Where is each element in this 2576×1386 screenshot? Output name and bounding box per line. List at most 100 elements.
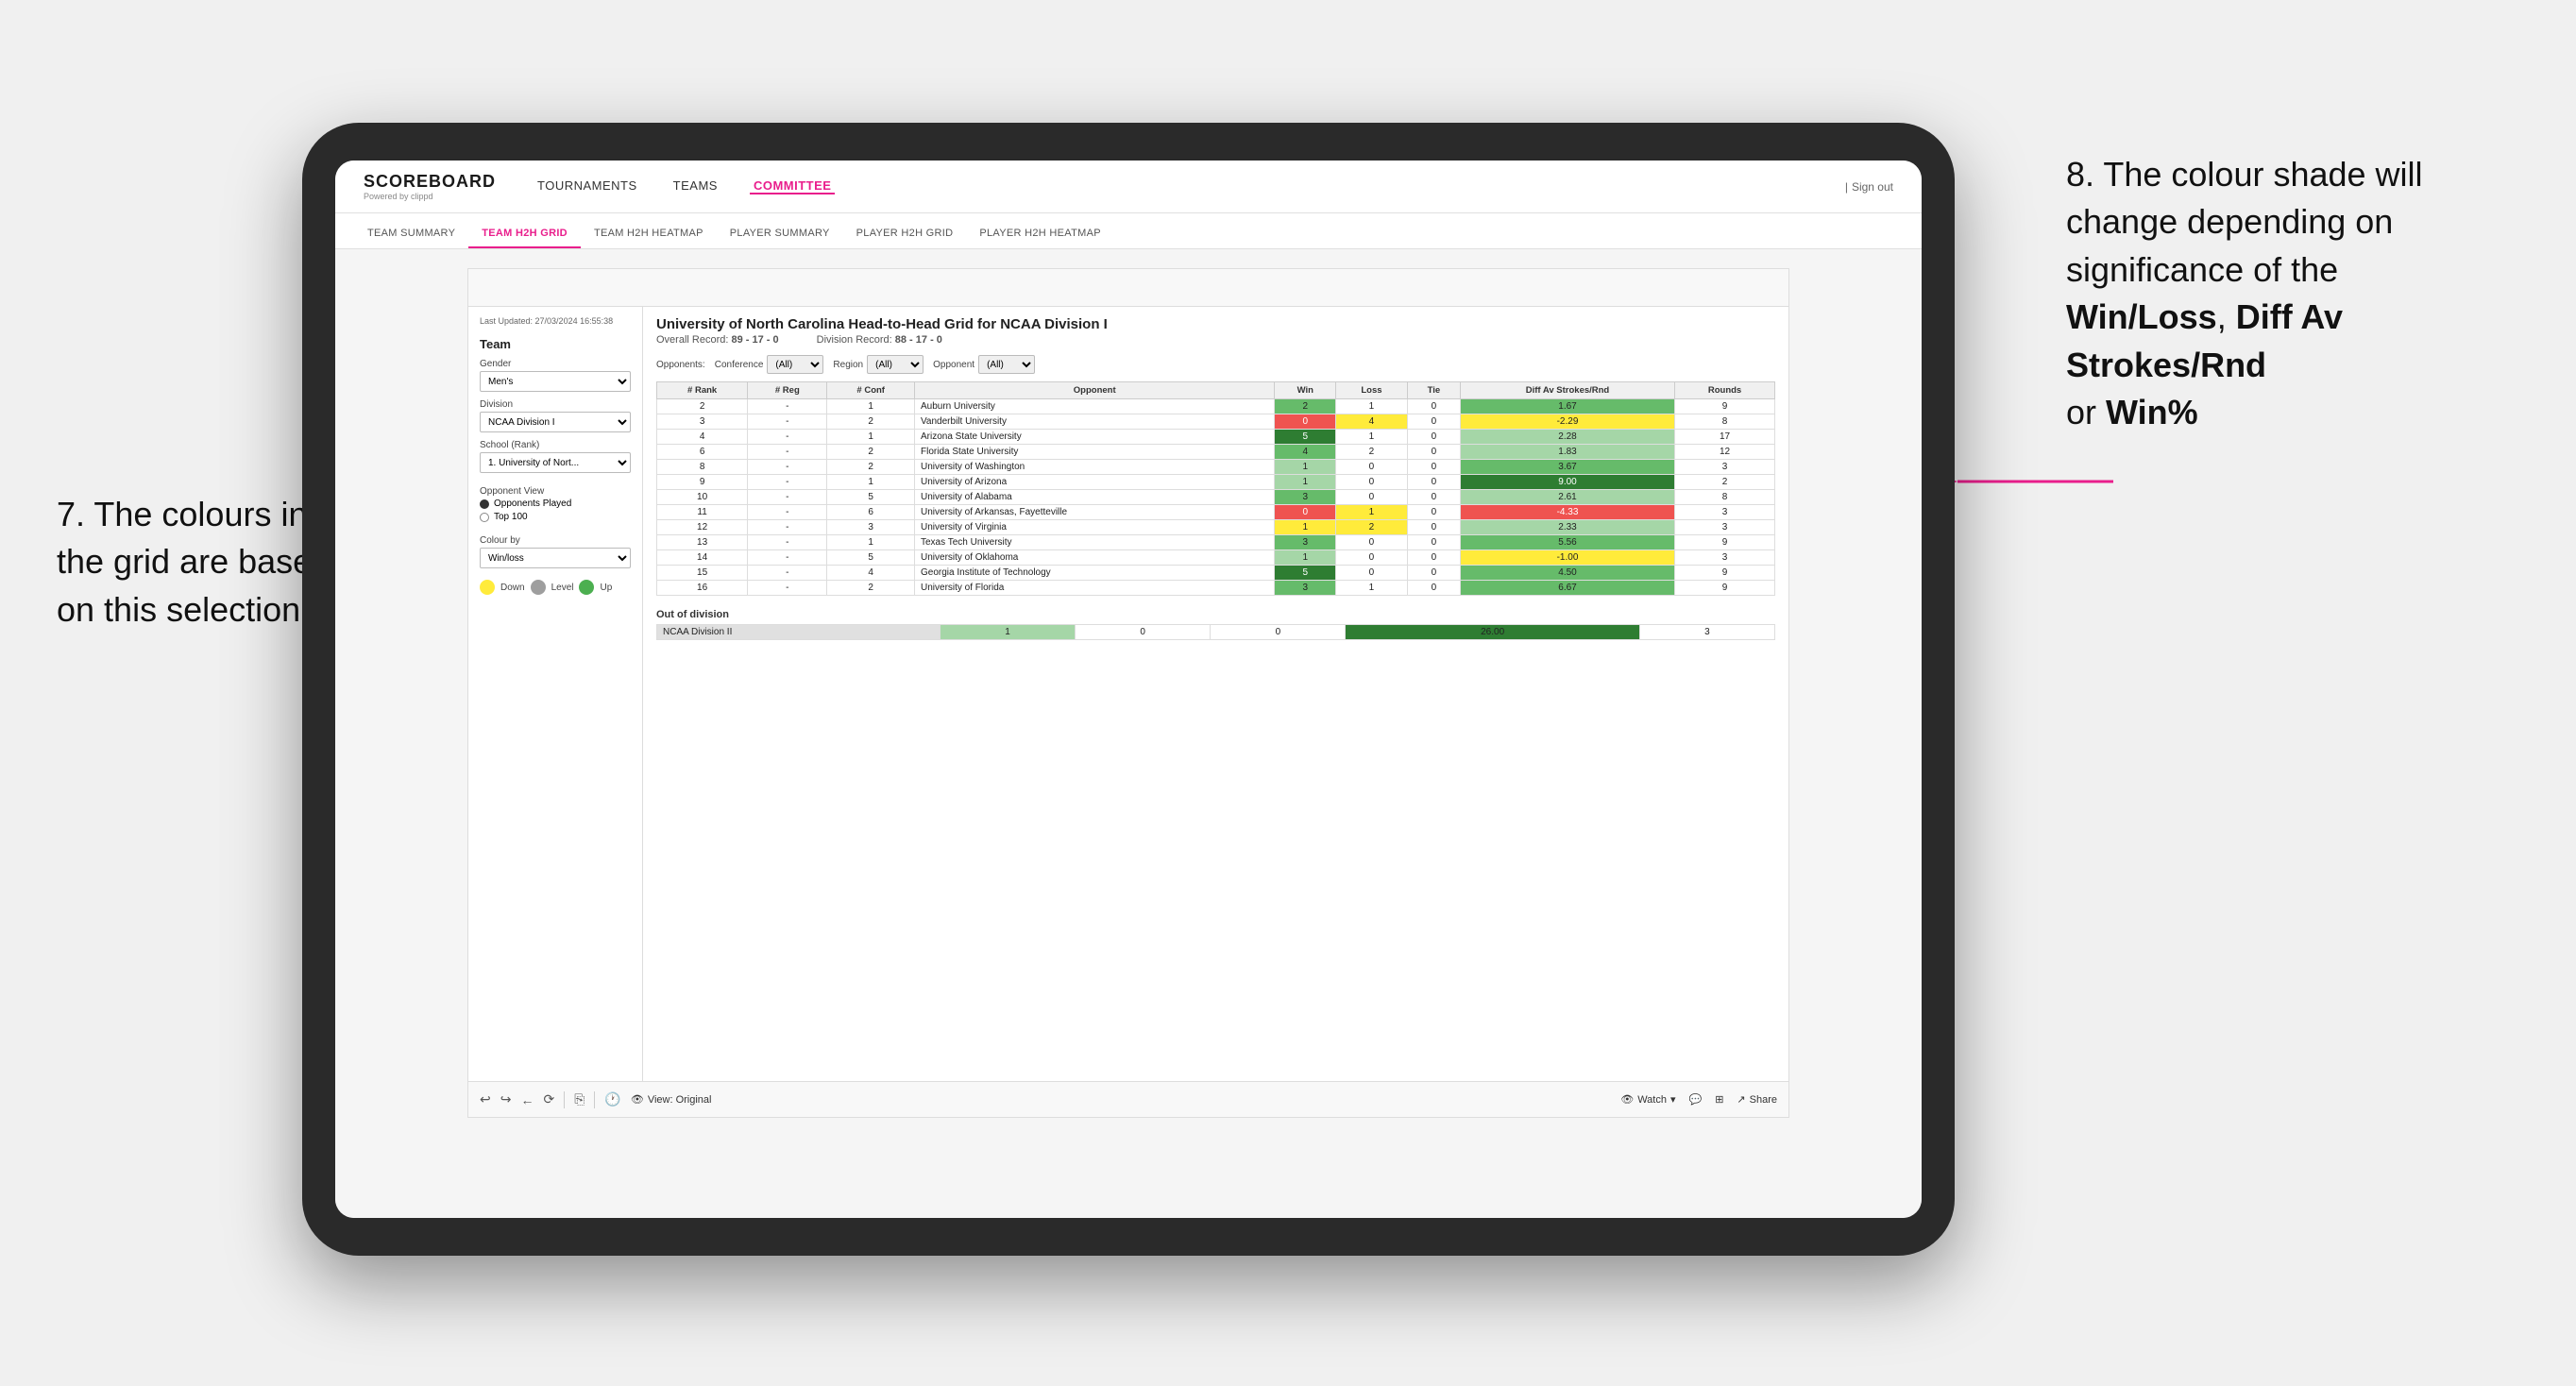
cell-win: 1 bbox=[1275, 550, 1336, 566]
back-icon[interactable]: ← bbox=[520, 1092, 534, 1107]
watch-btn[interactable]: 👁 Watch ▾ bbox=[1620, 1093, 1675, 1106]
cell-diff: 9.00 bbox=[1460, 475, 1674, 490]
cell-reg: - bbox=[748, 460, 827, 475]
conference-select[interactable]: (All) bbox=[767, 355, 823, 374]
cell-rank: 2 bbox=[657, 399, 748, 414]
filter-conference: Conference (All) bbox=[715, 355, 824, 374]
left-panel: Last Updated: 27/03/2024 16:55:38 Team G… bbox=[468, 307, 643, 1081]
sign-out-label[interactable]: Sign out bbox=[1852, 180, 1893, 194]
legend-row: Down Level Up bbox=[480, 580, 631, 595]
radio-dot-played bbox=[480, 499, 489, 509]
gender-select[interactable]: Men's bbox=[480, 371, 631, 392]
col-opponent: Opponent bbox=[915, 382, 1275, 399]
comment-btn[interactable]: 💬 bbox=[1689, 1093, 1703, 1106]
conference-label: Conference bbox=[715, 360, 764, 370]
annotation-sep1: , bbox=[2217, 297, 2236, 336]
subnav-player-h2h-heatmap[interactable]: PLAYER H2H HEATMAP bbox=[966, 220, 1113, 248]
col-reg: # Reg bbox=[748, 382, 827, 399]
team-section-title: Team bbox=[480, 337, 631, 351]
cell-reg: - bbox=[748, 414, 827, 430]
nav-teams[interactable]: TEAMS bbox=[669, 178, 721, 194]
cell-rounds: 9 bbox=[1675, 535, 1775, 550]
cell-opponent: Texas Tech University bbox=[915, 535, 1275, 550]
filter-opponent: Opponent (All) bbox=[933, 355, 1035, 374]
col-loss: Loss bbox=[1336, 382, 1408, 399]
redo-icon[interactable]: ↪ bbox=[500, 1091, 512, 1107]
cell-tie: 0 bbox=[1407, 460, 1460, 475]
legend-label-down: Down bbox=[500, 583, 525, 593]
cell-rounds: 9 bbox=[1675, 566, 1775, 581]
cell-rounds: 3 bbox=[1675, 520, 1775, 535]
filter-region: Region (All) bbox=[833, 355, 924, 374]
table-row: 16 - 2 University of Florida 3 1 0 6.67 … bbox=[657, 581, 1775, 596]
cell-win: 1 bbox=[1275, 460, 1336, 475]
cell-reg: - bbox=[748, 430, 827, 445]
grid-btn[interactable]: ⊞ bbox=[1715, 1093, 1723, 1106]
cell-reg: - bbox=[748, 399, 827, 414]
radio-dot-top100 bbox=[480, 513, 489, 522]
ood-loss: 0 bbox=[1076, 625, 1211, 640]
ood-tie: 0 bbox=[1211, 625, 1346, 640]
cell-tie: 0 bbox=[1407, 399, 1460, 414]
annotation-left-text: 7. The colours in the grid are based on … bbox=[57, 495, 330, 629]
nav-committee[interactable]: COMMITTEE bbox=[750, 178, 836, 194]
subnav-team-h2h-grid[interactable]: TEAM H2H GRID bbox=[468, 220, 581, 248]
clock-icon[interactable]: 🕐 bbox=[604, 1091, 620, 1107]
cell-opponent: Auburn University bbox=[915, 399, 1275, 414]
col-diff: Diff Av Strokes/Rnd bbox=[1460, 382, 1674, 399]
cell-conf: 2 bbox=[827, 414, 915, 430]
table-header-row: # Rank # Reg # Conf Opponent Win Loss Ti… bbox=[657, 382, 1775, 399]
undo-icon[interactable]: ↩ bbox=[480, 1091, 491, 1107]
cell-conf: 5 bbox=[827, 550, 915, 566]
nav-items: TOURNAMENTS TEAMS COMMITTEE bbox=[534, 178, 1845, 194]
subnav-player-h2h-grid[interactable]: PLAYER H2H GRID bbox=[843, 220, 967, 248]
table-row: 3 - 2 Vanderbilt University 0 4 0 -2.29 … bbox=[657, 414, 1775, 430]
share-btn[interactable]: ↗ Share bbox=[1737, 1093, 1777, 1106]
out-of-division-row: NCAA Division II 1 0 0 26.00 3 bbox=[657, 625, 1775, 640]
nav-tournaments[interactable]: TOURNAMENTS bbox=[534, 178, 641, 194]
legend-dot-down bbox=[480, 580, 495, 595]
radio-opponents-played[interactable]: Opponents Played bbox=[480, 499, 631, 509]
legend-dot-up bbox=[579, 580, 594, 595]
cell-rank: 10 bbox=[657, 490, 748, 505]
radio-top100[interactable]: Top 100 bbox=[480, 512, 631, 522]
ood-opponent: NCAA Division II bbox=[657, 625, 941, 640]
cell-conf: 1 bbox=[827, 430, 915, 445]
subnav-team-summary[interactable]: TEAM SUMMARY bbox=[354, 220, 468, 248]
subnav-team-h2h-heatmap[interactable]: TEAM H2H HEATMAP bbox=[581, 220, 717, 248]
cell-diff: 6.67 bbox=[1460, 581, 1674, 596]
cell-rounds: 3 bbox=[1675, 550, 1775, 566]
colour-section: Colour by Win/loss bbox=[480, 535, 631, 568]
region-select[interactable]: (All) bbox=[867, 355, 924, 374]
copy-icon[interactable]: ⎘ bbox=[574, 1091, 585, 1107]
cell-reg: - bbox=[748, 505, 827, 520]
school-select[interactable]: 1. University of Nort... bbox=[480, 452, 631, 473]
col-rank: # Rank bbox=[657, 382, 748, 399]
out-of-division-grid: NCAA Division II 1 0 0 26.00 3 bbox=[656, 624, 1775, 640]
cell-conf: 1 bbox=[827, 399, 915, 414]
cell-diff: -1.00 bbox=[1460, 550, 1674, 566]
cell-loss: 0 bbox=[1336, 460, 1408, 475]
cell-rank: 11 bbox=[657, 505, 748, 520]
sign-out[interactable]: | Sign out bbox=[1845, 180, 1893, 194]
overall-record-value: 89 - 17 - 0 bbox=[731, 334, 778, 346]
refresh-icon[interactable]: ⟳ bbox=[543, 1091, 554, 1107]
main-content: Last Updated: 27/03/2024 16:55:38 Team G… bbox=[335, 249, 1922, 1218]
cell-rounds: 8 bbox=[1675, 414, 1775, 430]
cell-conf: 5 bbox=[827, 490, 915, 505]
report-toolbar: ↩ ↪ ← ⟳ ⎘ 🕐 👁 View: Original 👁 bbox=[468, 1081, 1788, 1117]
col-win: Win bbox=[1275, 382, 1336, 399]
table-row: 12 - 3 University of Virginia 1 2 0 2.33… bbox=[657, 520, 1775, 535]
cell-diff: 5.56 bbox=[1460, 535, 1674, 550]
logo-area: SCOREBOARD Powered by clippd bbox=[364, 172, 496, 201]
sign-out-separator: | bbox=[1845, 180, 1848, 194]
colour-by-select[interactable]: Win/loss bbox=[480, 548, 631, 568]
opponent-select[interactable]: (All) bbox=[978, 355, 1035, 374]
division-select[interactable]: NCAA Division I bbox=[480, 412, 631, 432]
col-conf: # Conf bbox=[827, 382, 915, 399]
table-row: 15 - 4 Georgia Institute of Technology 5… bbox=[657, 566, 1775, 581]
cell-reg: - bbox=[748, 566, 827, 581]
cell-tie: 0 bbox=[1407, 490, 1460, 505]
out-of-division: Out of division NCAA Division II 1 0 0 2… bbox=[656, 609, 1775, 640]
subnav-player-summary[interactable]: PLAYER SUMMARY bbox=[717, 220, 843, 248]
